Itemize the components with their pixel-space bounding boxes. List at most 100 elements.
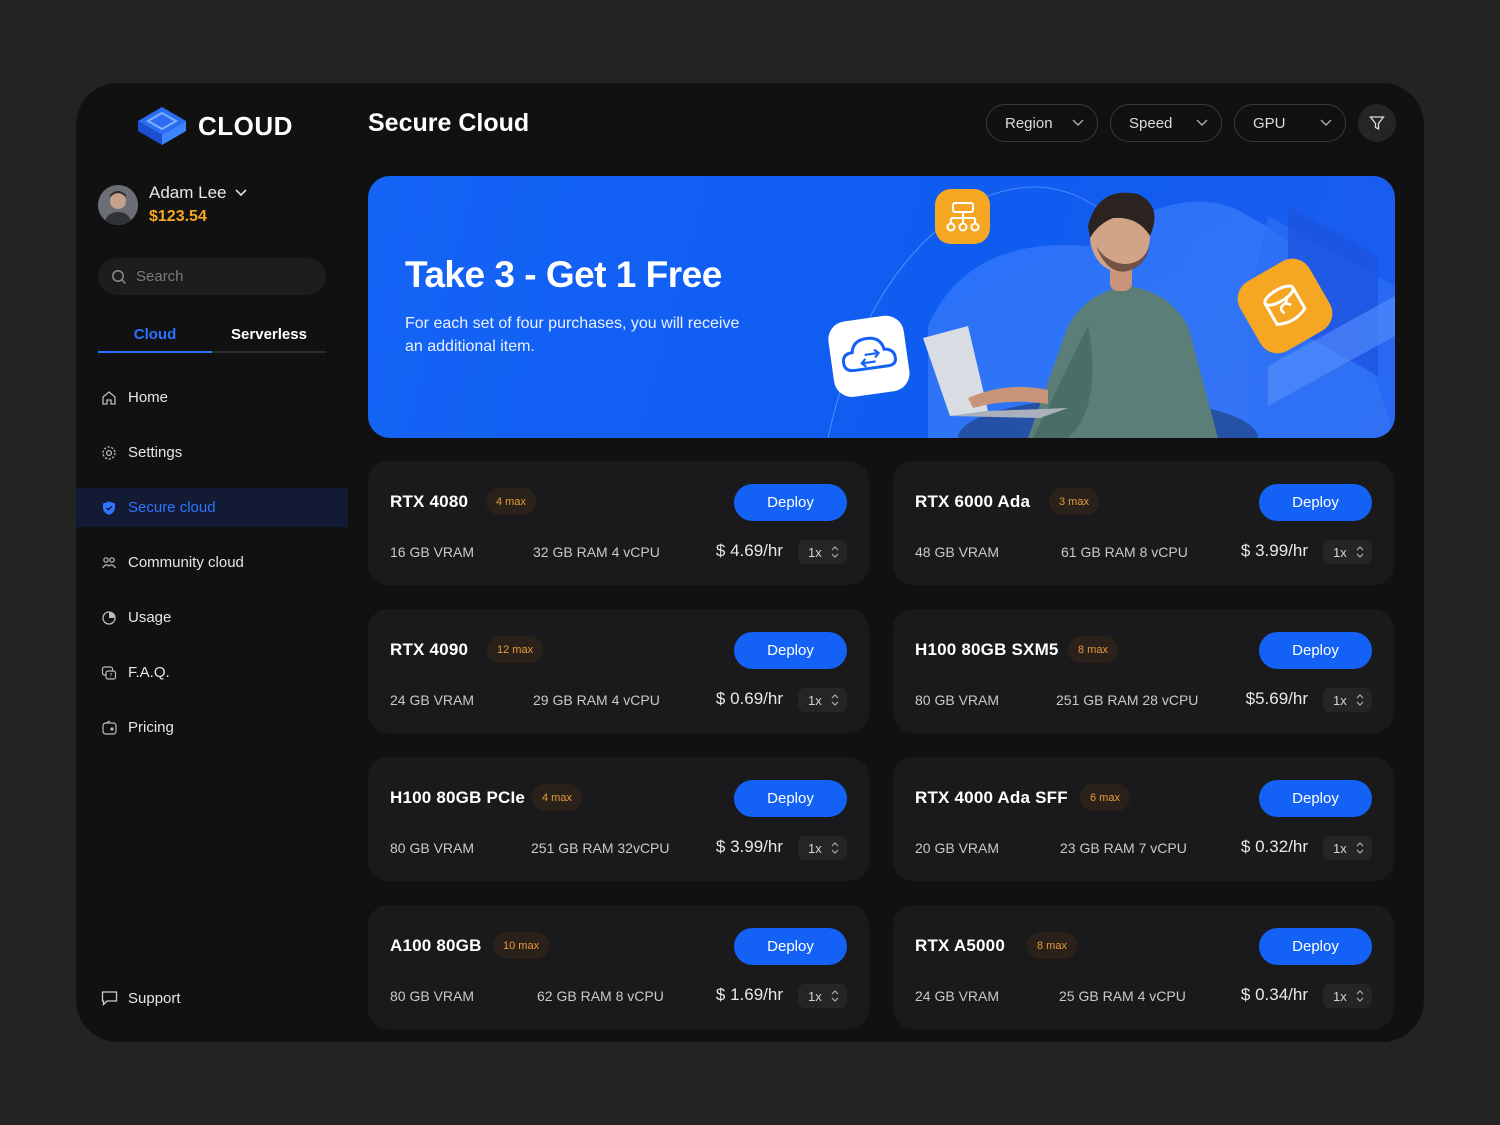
banner-title: Take 3 - Get 1 Free <box>405 254 722 295</box>
region-dropdown[interactable]: Region <box>986 104 1098 142</box>
search-icon <box>112 269 127 284</box>
sidebar-item-support[interactable]: Support <box>100 989 181 1007</box>
filter-icon <box>1369 116 1385 131</box>
quantity-value: 1x <box>808 692 822 708</box>
deploy-button[interactable]: Deploy <box>734 928 847 965</box>
search-input[interactable] <box>136 268 316 285</box>
sidebar-item-community-cloud[interactable]: Community cloud <box>76 543 348 582</box>
gpu-ram-cpu: 23 GB RAM 7 vCPU <box>1060 840 1187 856</box>
sidebar-item-pricing[interactable]: Pricing <box>76 708 348 747</box>
stepper-arrows-icon <box>1356 842 1364 854</box>
tab-serverless[interactable]: Serverless <box>212 319 326 351</box>
gpu-price: $ 4.69/hr <box>715 541 783 560</box>
sidebar-item-home[interactable]: Home <box>76 378 348 417</box>
gpu-name: RTX 4000 Ada SFF <box>915 788 1068 807</box>
sidebar-item-label: Settings <box>128 444 183 461</box>
gpu-price: $ 3.99/hr <box>715 837 783 856</box>
brand-name: CLOUD <box>198 110 293 141</box>
gpu-price: $5.69/hr <box>1245 689 1308 708</box>
stepper-arrows-icon <box>1356 694 1364 706</box>
app-window: CLOUD Adam Lee $123.54 Search Cloud Serv… <box>76 83 1424 1042</box>
chat-icon <box>100 989 118 1007</box>
segment-tabs: Cloud Serverless <box>98 319 326 353</box>
gpu-card-rtx-4080: RTX 4080 4 max Deploy 16 GB VRAM 32 GB R… <box>368 461 869 585</box>
gpu-card-h100-sxm5: H100 80GB SXM5 8 max Deploy 80 GB VRAM 2… <box>893 609 1394 733</box>
speed-dropdown[interactable]: Speed <box>1110 104 1222 142</box>
gpu-price: $ 0.34/hr <box>1240 985 1308 1004</box>
dropdown-label: Speed <box>1129 114 1173 132</box>
sidebar-item-label: Secure cloud <box>128 499 216 516</box>
gpu-vram: 80 GB VRAM <box>390 840 475 856</box>
gpu-ram-cpu: 25 GB RAM 4 vCPU <box>1059 988 1186 1004</box>
deploy-button[interactable]: Deploy <box>1259 484 1372 521</box>
sidebar-item-label: Community cloud <box>128 554 244 571</box>
quantity-stepper[interactable]: 1x <box>1323 540 1372 564</box>
deploy-button[interactable]: Deploy <box>734 780 847 817</box>
gpu-name: H100 80GB PCIe <box>390 788 526 807</box>
gpu-ram-cpu: 251 GB RAM 28 vCPU <box>1056 692 1199 708</box>
stepper-arrows-icon <box>1356 546 1364 558</box>
sidebar-item-label: Pricing <box>128 719 174 736</box>
quantity-stepper[interactable]: 1x <box>1323 836 1372 860</box>
gpu-price: $ 0.32/hr <box>1240 837 1308 856</box>
home-icon <box>100 389 118 407</box>
deploy-button[interactable]: Deploy <box>734 484 847 521</box>
sidebar-item-label: Home <box>128 389 169 406</box>
pricing-icon <box>100 719 118 737</box>
quantity-value: 1x <box>808 840 822 856</box>
gpu-name: RTX 6000 Ada <box>915 492 1031 511</box>
usage-icon <box>100 609 118 627</box>
filter-bar: Region Speed GPU <box>986 104 1396 142</box>
gpu-card-rtx-4090: RTX 4090 12 max Deploy 24 GB VRAM 29 GB … <box>368 609 869 733</box>
sidebar-item-settings[interactable]: Settings <box>76 433 348 472</box>
max-badge: 4 max <box>486 488 536 515</box>
user-profile[interactable]: Adam Lee $123.54 <box>98 183 247 226</box>
svg-text:?: ? <box>109 672 112 679</box>
gpu-price: $ 3.99/hr <box>1240 541 1308 560</box>
search-box[interactable] <box>98 258 326 295</box>
sidebar-nav: Home Settings Secure cloud Community clo… <box>76 378 348 763</box>
quantity-stepper[interactable]: 1x <box>1323 984 1372 1008</box>
shield-icon <box>100 499 118 517</box>
gpu-vram: 20 GB VRAM <box>915 840 1000 856</box>
gpu-dropdown[interactable]: GPU <box>1234 104 1346 142</box>
gpu-ram-cpu: 62 GB RAM 8 vCPU <box>537 988 664 1004</box>
quantity-stepper[interactable]: 1x <box>798 540 847 564</box>
user-balance: $123.54 <box>149 208 207 225</box>
max-badge: 3 max <box>1049 488 1099 515</box>
quantity-value: 1x <box>1333 544 1347 560</box>
stepper-arrows-icon <box>1356 990 1364 1002</box>
filter-button[interactable] <box>1358 104 1396 142</box>
gpu-name: A100 80GB <box>390 936 482 955</box>
quantity-stepper[interactable]: 1x <box>1323 688 1372 712</box>
promo-banner[interactable]: Take 3 - Get 1 Free For each set of four… <box>368 176 1395 438</box>
sidebar-item-usage[interactable]: Usage <box>76 598 348 637</box>
banner-description: For each set of four purchases, you will… <box>405 315 740 355</box>
quantity-stepper[interactable]: 1x <box>798 836 847 860</box>
support-label: Support <box>128 989 181 1007</box>
gpu-card-rtx-4000-ada-sff: RTX 4000 Ada SFF 6 max Deploy 20 GB VRAM… <box>893 757 1394 881</box>
sidebar-item-secure-cloud[interactable]: Secure cloud <box>76 488 348 527</box>
tab-cloud[interactable]: Cloud <box>98 319 212 353</box>
dropdown-label: Region <box>1005 114 1053 132</box>
chevron-down-icon[interactable] <box>234 189 247 197</box>
quantity-stepper[interactable]: 1x <box>798 688 847 712</box>
chevron-down-icon <box>1196 119 1208 126</box>
sidebar-item-label: Usage <box>128 609 172 626</box>
max-badge: 12 max <box>487 636 544 663</box>
banner-illustration <box>827 186 1395 438</box>
deploy-button[interactable]: Deploy <box>1259 632 1372 669</box>
gpu-vram: 24 GB VRAM <box>390 692 475 708</box>
gpu-name: RTX A5000 <box>915 936 1005 955</box>
quantity-stepper[interactable]: 1x <box>798 984 847 1008</box>
deploy-button[interactable]: Deploy <box>734 632 847 669</box>
logo[interactable]: CLOUD <box>136 105 293 147</box>
quantity-value: 1x <box>1333 692 1347 708</box>
logo-icon <box>138 107 186 145</box>
max-badge: 4 max <box>532 784 582 811</box>
deploy-button[interactable]: Deploy <box>1259 928 1372 965</box>
sidebar-item-faq[interactable]: ? F.A.Q. <box>76 653 348 692</box>
deploy-button[interactable]: Deploy <box>1259 780 1372 817</box>
quantity-value: 1x <box>808 988 822 1004</box>
stepper-arrows-icon <box>831 842 839 854</box>
